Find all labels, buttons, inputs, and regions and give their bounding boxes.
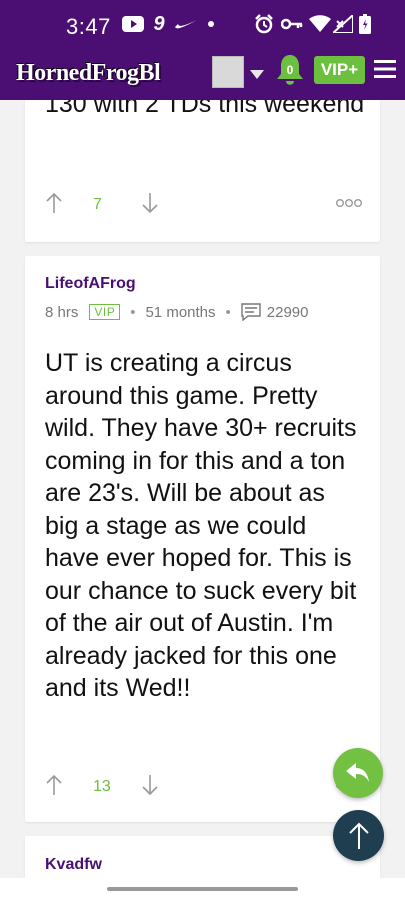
upvote-arrow-icon[interactable] bbox=[45, 774, 63, 796]
member-tenure: 51 months bbox=[145, 303, 216, 321]
chevron-down-icon[interactable] bbox=[250, 66, 264, 84]
post-body: 130 with 2 TDs this weekend bbox=[45, 100, 365, 118]
signal-icon bbox=[333, 14, 353, 34]
vote-score: 7 bbox=[93, 196, 102, 213]
alarm-icon bbox=[254, 14, 274, 34]
arrow-up-icon bbox=[348, 822, 369, 849]
notification-count: 0 bbox=[286, 63, 294, 77]
status-time: 3:47 bbox=[66, 14, 111, 39]
vip-badge: VIP bbox=[89, 304, 121, 320]
post-card: 130 with 2 TDs this weekend 7 bbox=[25, 100, 380, 242]
menu-icon[interactable] bbox=[374, 58, 396, 80]
vote-row: 13 bbox=[45, 774, 362, 798]
youtube-icon bbox=[122, 14, 144, 34]
wifi-icon bbox=[309, 14, 331, 34]
app-header: HornedFrogBl 0 VIP+ bbox=[0, 46, 405, 100]
post-author[interactable]: Kvadfw bbox=[45, 856, 102, 874]
nine-app-icon: 9 bbox=[153, 12, 165, 35]
more-options-icon[interactable] bbox=[336, 198, 362, 208]
post-time: 8 hrs bbox=[45, 303, 79, 321]
vip-plus-button[interactable]: VIP+ bbox=[314, 56, 365, 84]
post-body: UT is creating a circus around this game… bbox=[45, 349, 357, 702]
home-indicator[interactable] bbox=[107, 887, 298, 891]
reply-icon bbox=[346, 763, 369, 782]
battery-icon bbox=[359, 14, 371, 34]
site-logo[interactable]: HornedFrogBl bbox=[16, 60, 200, 87]
status-bar: 3:47 9 bbox=[0, 0, 405, 46]
dot-icon bbox=[207, 14, 215, 34]
post-author[interactable]: LifeofAFrog bbox=[45, 275, 136, 293]
vote-row: 7 bbox=[45, 192, 362, 216]
nike-icon bbox=[174, 14, 198, 34]
post-meta: 8 hrs VIP • 51 months • 22990 bbox=[45, 303, 309, 321]
key-icon bbox=[281, 14, 303, 34]
downvote-arrow-icon[interactable] bbox=[141, 774, 159, 796]
post-card: LifeofAFrog 8 hrs VIP • 51 months • 2299… bbox=[25, 256, 380, 822]
scroll-to-top-button[interactable] bbox=[333, 810, 384, 861]
message-count-icon bbox=[241, 303, 261, 321]
reply-button[interactable] bbox=[333, 748, 383, 798]
separator-dot: • bbox=[130, 303, 136, 321]
post-count: 22990 bbox=[266, 303, 309, 321]
upvote-arrow-icon[interactable] bbox=[45, 192, 63, 214]
avatar[interactable] bbox=[212, 56, 244, 88]
vote-score: 13 bbox=[93, 778, 111, 795]
downvote-arrow-icon[interactable] bbox=[141, 192, 159, 214]
separator-dot: • bbox=[225, 303, 231, 321]
